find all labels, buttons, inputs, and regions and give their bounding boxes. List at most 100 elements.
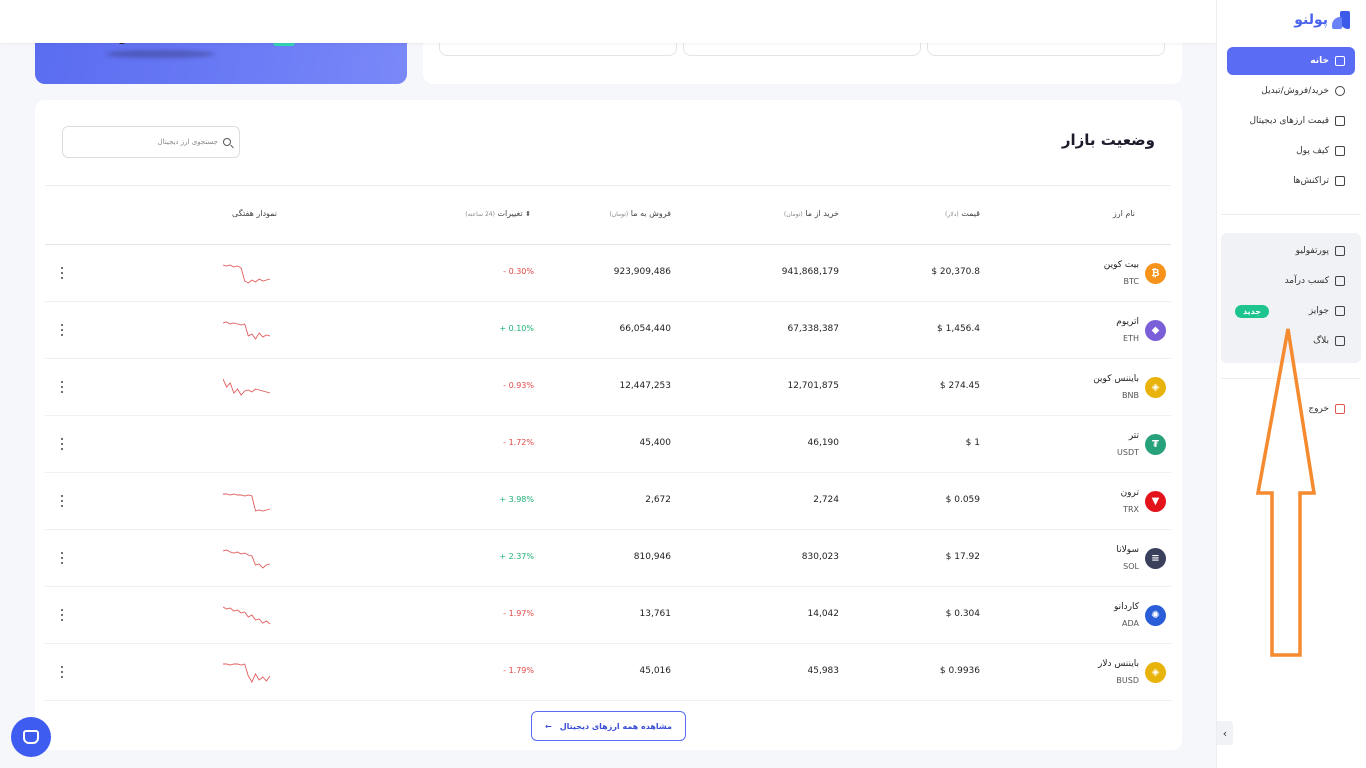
weekly-sparkline	[223, 493, 271, 512]
home-icon	[1335, 56, 1345, 66]
sidebar-item-chart[interactable]: قیمت ارزهای دیجیتال	[1227, 106, 1355, 136]
secondary-nav: پورتفولیو کسب درآمد جوایز جدید بلاگ	[1227, 236, 1355, 356]
sidebar-item-label: تراکنش‌ها	[1293, 176, 1329, 186]
table-row[interactable]: ₿ بیت کوین BTC $ 20,370.8 941,868,179 923,909…	[45, 245, 1171, 302]
gift-icon	[1335, 306, 1345, 316]
change-percent: - 0.30%	[503, 267, 534, 276]
support-chat-button[interactable]	[11, 717, 51, 757]
sell-price: 45,016	[639, 666, 672, 676]
sidebar-item-portfolio[interactable]: پورتفولیو	[1227, 236, 1355, 266]
view-all-coins-button[interactable]: مشاهده همه ارزهای دیجیتال ←	[531, 711, 686, 741]
sell-price: 13,761	[639, 609, 672, 619]
sidebar-item-home[interactable]: خانه	[1227, 47, 1355, 75]
col-chart: نمودار هفتگی	[232, 209, 277, 218]
new-badge: جدید	[1235, 304, 1270, 318]
sidebar-item-wallet[interactable]: کیف پول	[1227, 136, 1355, 166]
change-percent: + 2.37%	[499, 552, 534, 561]
coin-symbol: BTC	[1123, 277, 1140, 286]
sidebar-item-label: خروج	[1308, 404, 1329, 414]
coin-symbol: ETH	[1123, 334, 1139, 343]
table-row[interactable]: ◈ بایننس دلار BUSD $ 0.9936 45,983 45,016 - 1.…	[45, 644, 1171, 701]
buy-price: 830,023	[801, 552, 839, 562]
col-sell: فروش به ما (تومان)	[609, 209, 671, 218]
coin-eth-icon: ◆	[1145, 320, 1166, 341]
coin-symbol: ADA	[1122, 619, 1139, 628]
buy-price: 2,724	[813, 495, 839, 505]
row-menu-button[interactable]	[59, 381, 65, 393]
coin-symbol: TRX	[1123, 505, 1139, 514]
sell-price: 12,447,253	[619, 381, 671, 391]
coin-price: $ 0.9936	[939, 666, 980, 676]
row-menu-button[interactable]	[59, 438, 65, 450]
buy-price: 67,338,387	[787, 324, 839, 334]
top-bar	[0, 0, 1216, 43]
sort-icon[interactable]: ⬍	[525, 210, 531, 218]
table-row[interactable]: ▼ ترون TRX $ 0.059 2,724 2,672 + 3.98%	[45, 473, 1171, 530]
change-percent: - 1.97%	[503, 609, 534, 618]
sidebar-item-rss[interactable]: بلاگ	[1227, 326, 1355, 356]
buy-price: 45,983	[807, 666, 840, 676]
table-row[interactable]: ◆ اتریوم ETH $ 1,456.4 67,338,387 66,054,440 +…	[45, 302, 1171, 359]
row-menu-button[interactable]	[59, 552, 65, 564]
market-status-card: وضعیت بازار نام ارز قیمت (دلار) خرید از …	[35, 100, 1182, 750]
table-row[interactable]: ✺ کاردانو ADA $ 0.304 14,042 13,761 - 1.97%	[45, 587, 1171, 644]
col-price: قیمت (دلار)	[945, 209, 980, 218]
buy-price: 12,701,875	[787, 381, 839, 391]
buy-price: 14,042	[807, 609, 840, 619]
sidebar-item-receipt[interactable]: تراکنش‌ها	[1227, 166, 1355, 196]
sidebar-item-label: بلاگ	[1313, 336, 1329, 346]
coin-busd-icon: ◈	[1145, 662, 1166, 683]
row-menu-button[interactable]	[59, 495, 65, 507]
col-change[interactable]: تغییرات (24 ساعته) ⬍	[465, 209, 534, 218]
coin-usdt-icon: ₮	[1145, 434, 1166, 455]
coin-price: $ 1,456.4	[937, 324, 980, 334]
change-percent: + 3.98%	[499, 495, 534, 504]
chart-icon	[1335, 116, 1345, 126]
coin-price: $ 20,370.8	[931, 267, 980, 277]
sidebar-item-exchange[interactable]: خرید/فروش/تبدیل	[1227, 76, 1355, 106]
chevron-left-icon: ‹	[1222, 726, 1228, 740]
brand-logo[interactable]: پولنو	[1294, 11, 1350, 29]
collapse-sidebar-button[interactable]: ‹	[1217, 721, 1233, 745]
banner-shadow	[105, 50, 215, 58]
sidebar-item-label: قیمت ارزهای دیجیتال	[1249, 116, 1329, 126]
coin-name: تتر	[1128, 431, 1139, 441]
chat-icon	[23, 730, 39, 744]
coin-price: $ 0.304	[945, 609, 980, 619]
brand-name: پولنو	[1294, 12, 1328, 28]
row-menu-button[interactable]	[59, 324, 65, 336]
coin-symbol: BNB	[1122, 391, 1139, 400]
logo-icon	[1332, 11, 1350, 29]
table-row[interactable]: ₮ تتر USDT $ 1 46,190 45,400 - 1.72%	[45, 416, 1171, 473]
divider	[1221, 378, 1361, 379]
coin-price: $ 17.92	[945, 552, 980, 562]
market-title: وضعیت بازار	[1061, 131, 1155, 149]
sidebar-item-gift[interactable]: جوایز جدید	[1227, 296, 1355, 326]
coin-price: $ 0.059	[945, 495, 980, 505]
logout-nav: خروج	[1227, 394, 1355, 424]
search-icon	[223, 138, 231, 146]
coin-name: اتریوم	[1116, 317, 1139, 327]
coin-bnb-icon: ◈	[1145, 377, 1166, 398]
coin-sol-icon: ≡	[1145, 548, 1166, 569]
portfolio-icon	[1335, 246, 1345, 256]
table-row[interactable]: ◈ بایننس کوین BNB $ 274.45 12,701,875 12,447,…	[45, 359, 1171, 416]
coin-search-input[interactable]	[78, 138, 218, 146]
sidebar-item-logout[interactable]: خروج	[1227, 394, 1355, 424]
coin-btc-icon: ₿	[1145, 263, 1166, 284]
buy-price: 46,190	[807, 438, 840, 448]
view-all-label: مشاهده همه ارزهای دیجیتال	[559, 721, 672, 731]
coin-symbol: USDT	[1117, 448, 1139, 457]
table-row[interactable]: ≡ سولانا SOL $ 17.92 830,023 810,946 + 2.37%	[45, 530, 1171, 587]
coin-name: بایننس دلار	[1097, 659, 1139, 669]
sidebar-item-diamond[interactable]: کسب درآمد	[1227, 266, 1355, 296]
diamond-icon	[1335, 276, 1345, 286]
change-percent: + 0.10%	[499, 324, 534, 333]
buy-price: 941,868,179	[781, 267, 839, 277]
wallet-icon	[1335, 146, 1345, 156]
row-menu-button[interactable]	[59, 267, 65, 279]
row-menu-button[interactable]	[59, 666, 65, 678]
col-name: نام ارز	[1112, 209, 1135, 218]
coin-search[interactable]	[62, 126, 240, 158]
row-menu-button[interactable]	[59, 609, 65, 621]
